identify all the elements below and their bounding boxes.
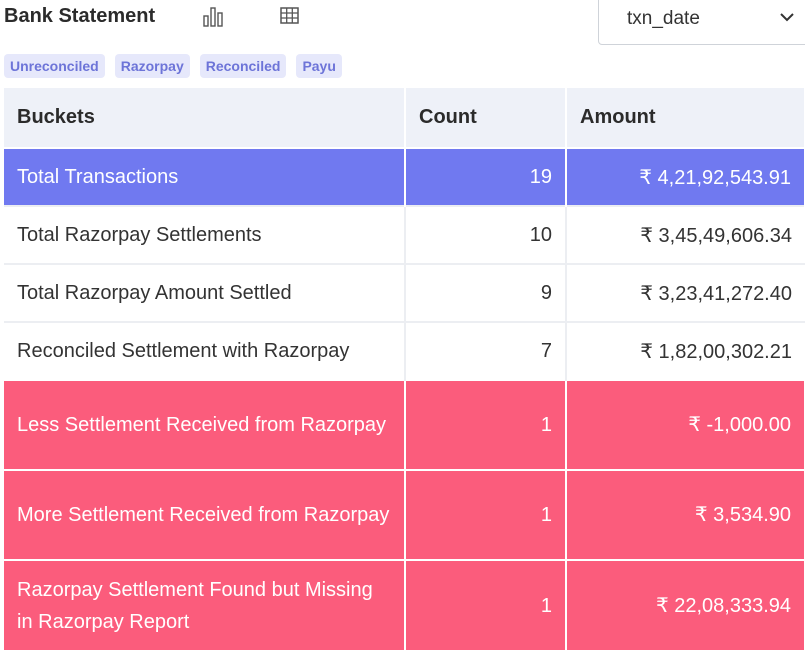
chevron-down-icon [779, 10, 795, 28]
filter-chip-razorpay[interactable]: Razorpay [114, 54, 190, 78]
table-row[interactable]: More Settlement Received from Razorpay 1… [4, 469, 805, 560]
buckets-table: Buckets Count Amount Total Transactions … [4, 88, 805, 650]
count-cell: 1 [405, 469, 567, 560]
count-cell: 7 [405, 321, 567, 380]
table-row[interactable]: Total Razorpay Settlements 10 ₹ 3,45,49,… [4, 205, 805, 264]
count-cell: 9 [405, 263, 567, 322]
table-row[interactable]: Less Settlement Received from Razorpay 1… [4, 379, 805, 470]
date-field-value: txn_date [627, 8, 700, 29]
bucket-cell: Total Razorpay Amount Settled [4, 263, 406, 322]
count-cell: 1 [405, 559, 567, 650]
bucket-cell: Less Settlement Received from Razorpay [4, 379, 406, 470]
amount-cell: ₹ 3,23,41,272.40 [566, 263, 805, 322]
count-cell: 10 [405, 205, 567, 264]
bucket-cell: Total Razorpay Settlements [4, 205, 406, 264]
bucket-cell: Total Transactions [4, 147, 406, 206]
table-row[interactable]: Razorpay Settlement Found but Missing in… [4, 559, 805, 650]
amount-cell: ₹ 3,534.90 [566, 469, 805, 560]
table-row[interactable]: Total Razorpay Amount Settled 9 ₹ 3,23,4… [4, 263, 805, 322]
filter-chip-payu[interactable]: Payu [296, 54, 342, 78]
amount-cell: ₹ -1,000.00 [566, 379, 805, 470]
table-grid-icon[interactable] [277, 4, 303, 28]
bar-chart-icon[interactable] [200, 4, 226, 28]
amount-cell: ₹ 3,45,49,606.34 [566, 205, 805, 264]
column-header-amount[interactable]: Amount [566, 88, 805, 148]
filter-chips: Unreconciled Razorpay Reconciled Payu [4, 54, 342, 78]
table-row[interactable]: Reconciled Settlement with Razorpay 7 ₹ … [4, 321, 805, 380]
count-cell: 19 [405, 147, 567, 206]
bucket-cell: Reconciled Settlement with Razorpay [4, 321, 406, 380]
amount-cell: ₹ 22,08,333.94 [566, 559, 805, 650]
bucket-cell: Razorpay Settlement Found but Missing in… [4, 559, 406, 650]
column-header-buckets[interactable]: Buckets [4, 88, 406, 148]
table-header-row: Buckets Count Amount [4, 88, 805, 148]
table-row[interactable]: Total Transactions 19 ₹ 4,21,92,543.91 [4, 147, 805, 206]
filter-chip-reconciled[interactable]: Reconciled [199, 54, 287, 78]
filter-chip-unreconciled[interactable]: Unreconciled [4, 54, 105, 78]
bucket-cell: More Settlement Received from Razorpay [4, 469, 406, 560]
column-header-count[interactable]: Count [405, 88, 567, 148]
page-title: Bank Statement [4, 5, 156, 27]
date-field-select[interactable]: txn_date [598, 0, 805, 45]
toolbar: Bank Statement txn_date [0, 0, 805, 50]
amount-cell: ₹ 1,82,00,302.21 [566, 321, 805, 380]
count-cell: 1 [405, 379, 567, 470]
amount-cell: ₹ 4,21,92,543.91 [566, 147, 805, 206]
